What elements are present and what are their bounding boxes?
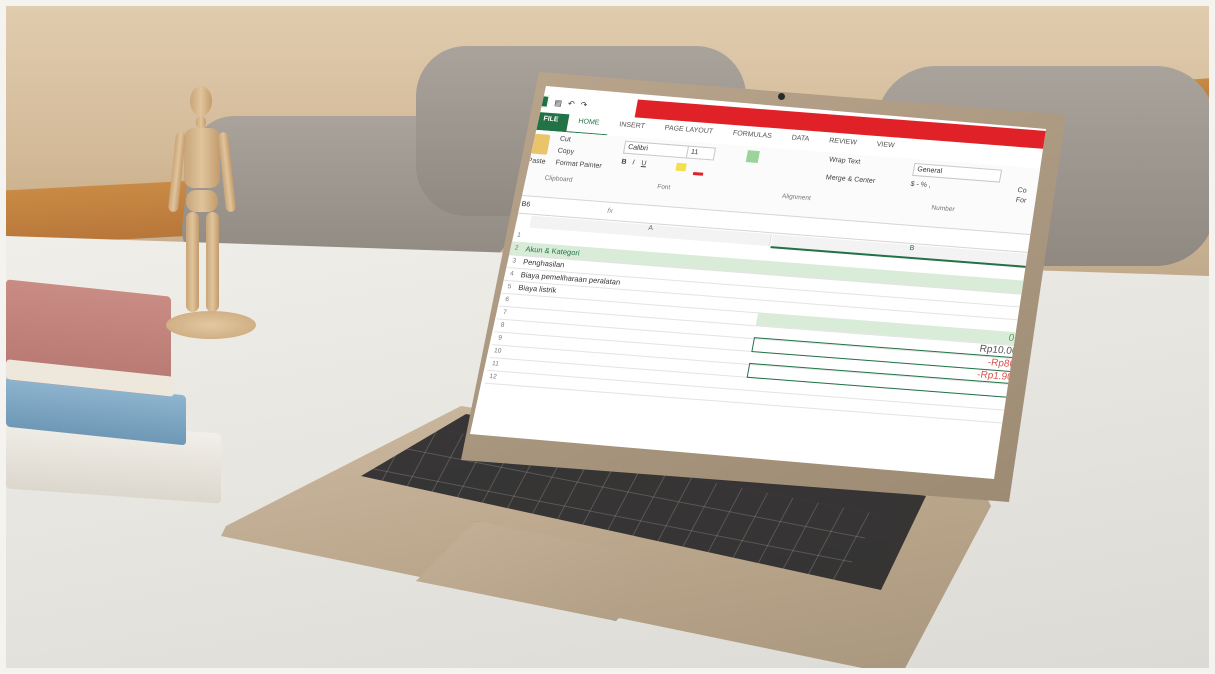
save-icon[interactable]: ▤ <box>554 98 563 107</box>
photo-scene: ▤ ↶ ↷ FILE HOME INSERT PAGE LAYOUT FORMU… <box>6 6 1209 668</box>
bold-button[interactable]: B <box>621 159 627 166</box>
italic-button[interactable]: I <box>632 159 635 166</box>
webcam-icon <box>778 93 785 100</box>
wrap-text-button[interactable]: Wrap Text <box>828 156 860 165</box>
cut-button[interactable]: Cut <box>559 136 571 144</box>
wooden-mannequin <box>166 86 256 346</box>
alignment-group-label: Alignment <box>781 192 812 203</box>
clipboard-group-label: Clipboard <box>543 174 573 184</box>
fill-color-icon[interactable] <box>675 162 687 172</box>
redo-icon[interactable]: ↷ <box>580 100 588 109</box>
row-number: 5 <box>507 283 512 291</box>
fx-icon: fx <box>606 207 614 215</box>
undo-icon[interactable]: ↶ <box>567 99 575 108</box>
row-number: 12 <box>488 373 498 381</box>
font-name-select[interactable]: Calibri <box>622 140 692 159</box>
font-color-icon[interactable] <box>692 164 705 176</box>
row-number: 11 <box>491 360 500 368</box>
conditional-format-partial[interactable]: Co <box>1017 187 1027 195</box>
excel-window: ▤ ↶ ↷ FILE HOME INSERT PAGE LAYOUT FORMU… <box>470 86 1046 479</box>
number-group-label: Number <box>930 204 956 214</box>
font-group-label: Font <box>656 183 671 192</box>
name-box[interactable]: B6 <box>521 201 531 209</box>
copy-button[interactable]: Copy <box>557 148 575 156</box>
align-center-icon[interactable] <box>745 150 760 163</box>
row-number: 4 <box>509 270 515 278</box>
laptop-screen: ▤ ↶ ↷ FILE HOME INSERT PAGE LAYOUT FORMU… <box>470 86 1046 479</box>
underline-button[interactable]: U <box>641 160 647 167</box>
row-number: 7 <box>502 308 508 317</box>
format-table-partial[interactable]: For <box>1015 197 1027 205</box>
row-number: 10 <box>493 347 502 355</box>
number-format-select[interactable]: General <box>912 162 1003 183</box>
spreadsheet-grid[interactable]: A B 1 2 Akun & Kategori 3 Penghasilan 4 … <box>470 215 1046 479</box>
row-number: 6 <box>504 296 510 304</box>
currency-button[interactable]: $ - % , <box>910 181 931 189</box>
merge-center-button[interactable]: Merge & Center <box>825 174 876 185</box>
row-number: 8 <box>499 321 505 329</box>
format-painter-button[interactable]: Format Painter <box>555 159 602 169</box>
font-size-select[interactable]: 11 <box>685 145 717 161</box>
row-number: 9 <box>497 334 503 342</box>
